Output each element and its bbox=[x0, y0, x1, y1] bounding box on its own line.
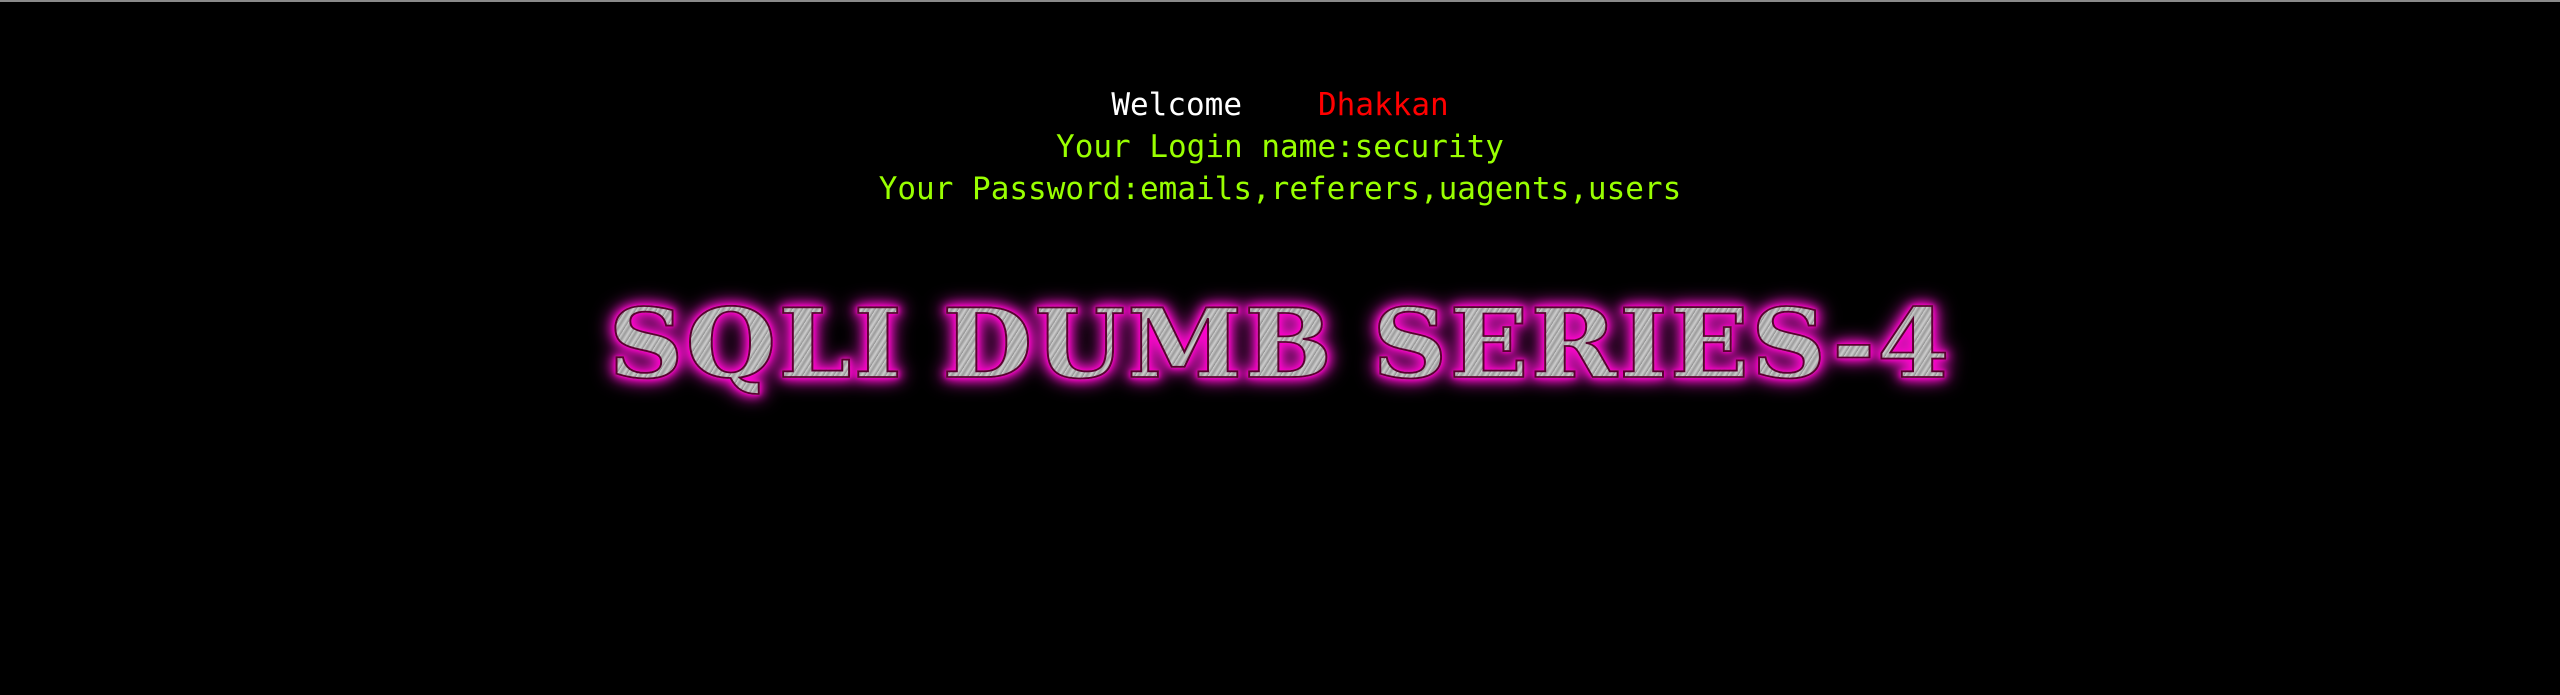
title-banner: SQLI DUMB SERIES-4 bbox=[0, 282, 2560, 405]
login-result-panel: Welcome Dhakkan Your Login name:security … bbox=[0, 84, 2560, 210]
welcome-line: Welcome Dhakkan bbox=[0, 84, 2560, 126]
password-line: Your Password:emails,referers,uagents,us… bbox=[878, 171, 1682, 207]
welcome-label: Welcome bbox=[1111, 87, 1242, 123]
series-title: SQLI DUMB SERIES-4 bbox=[608, 286, 1952, 401]
login-name-line: Your Login name:security bbox=[1056, 129, 1504, 165]
welcome-user-name: Dhakkan bbox=[1318, 87, 1449, 123]
